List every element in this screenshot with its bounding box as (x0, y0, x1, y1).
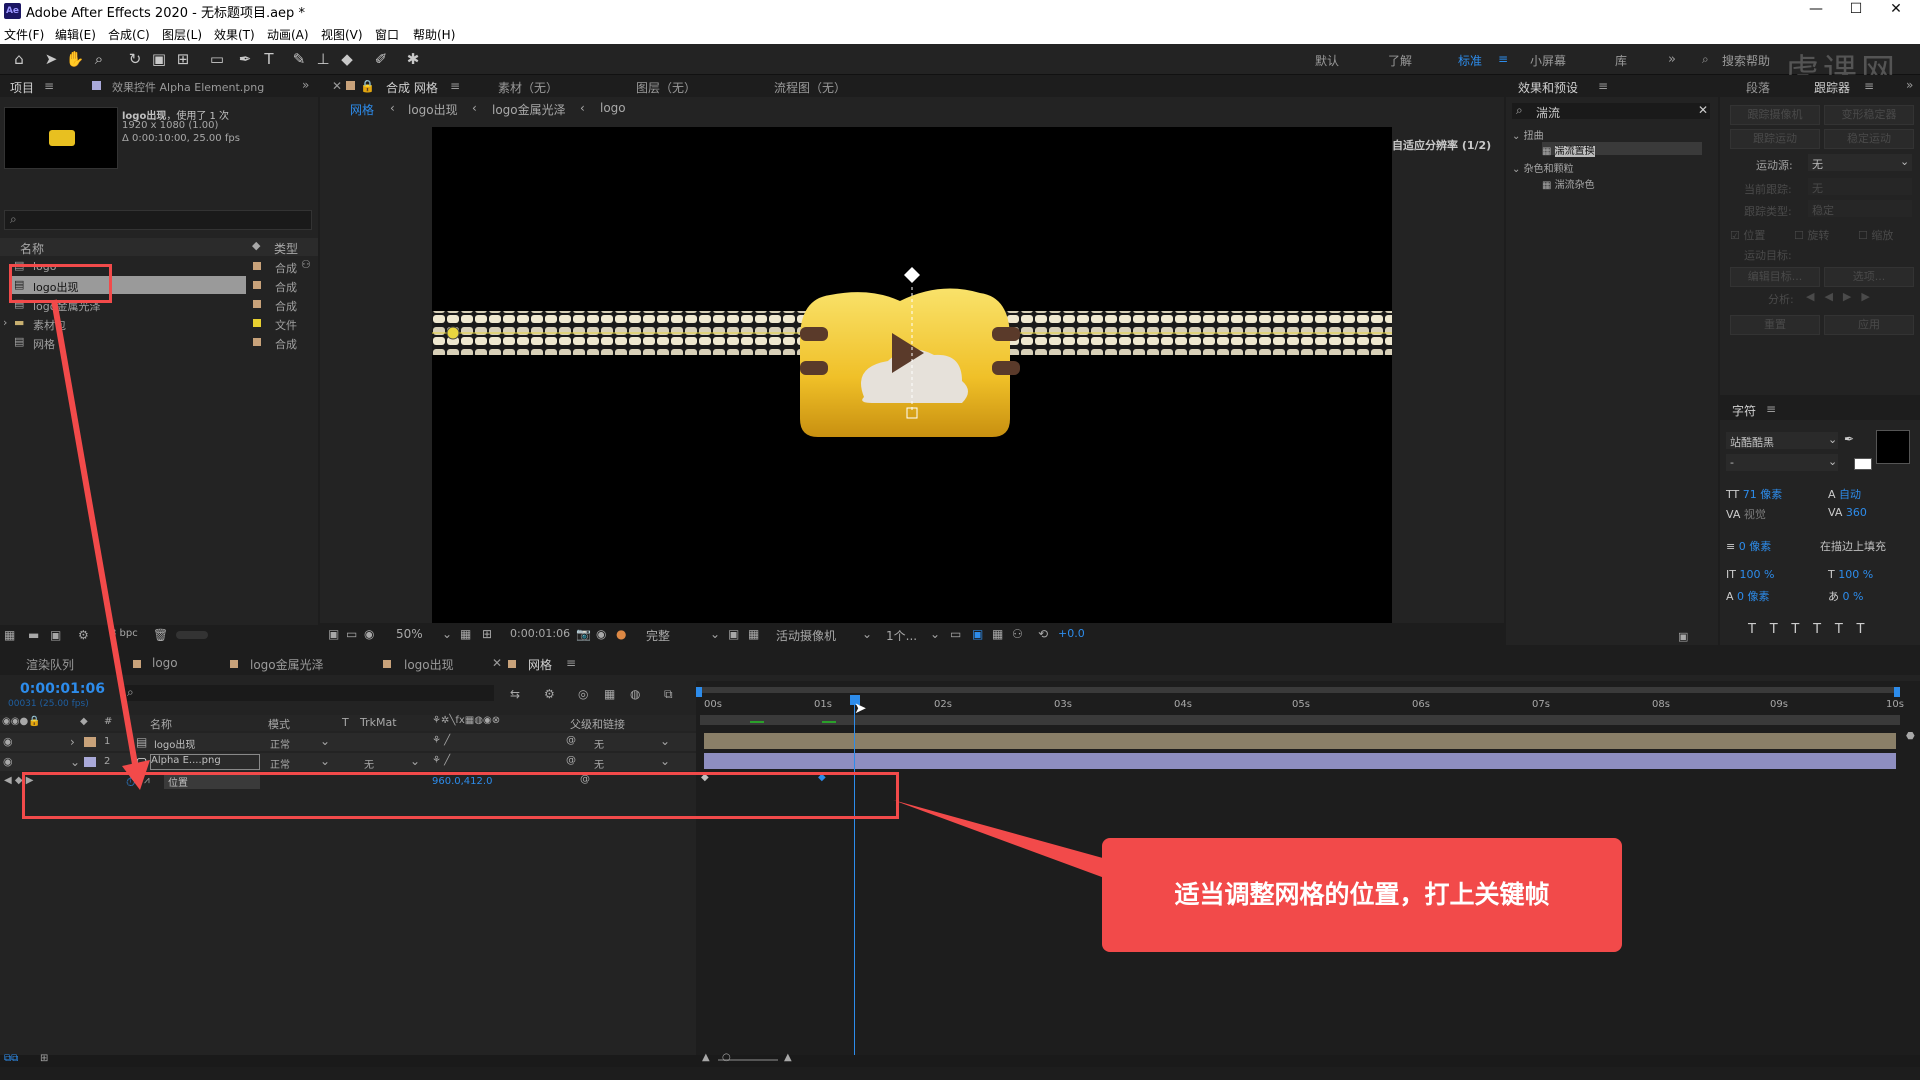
annotation-arrow-down (51, 299, 139, 771)
annotation-callout: 适当调整网格的位置，打上关键帧 (1102, 838, 1622, 952)
annotation-arrows (51, 299, 1110, 880)
annotation-arrowhead (122, 760, 150, 790)
annotation-callout-pointer (893, 800, 1110, 880)
